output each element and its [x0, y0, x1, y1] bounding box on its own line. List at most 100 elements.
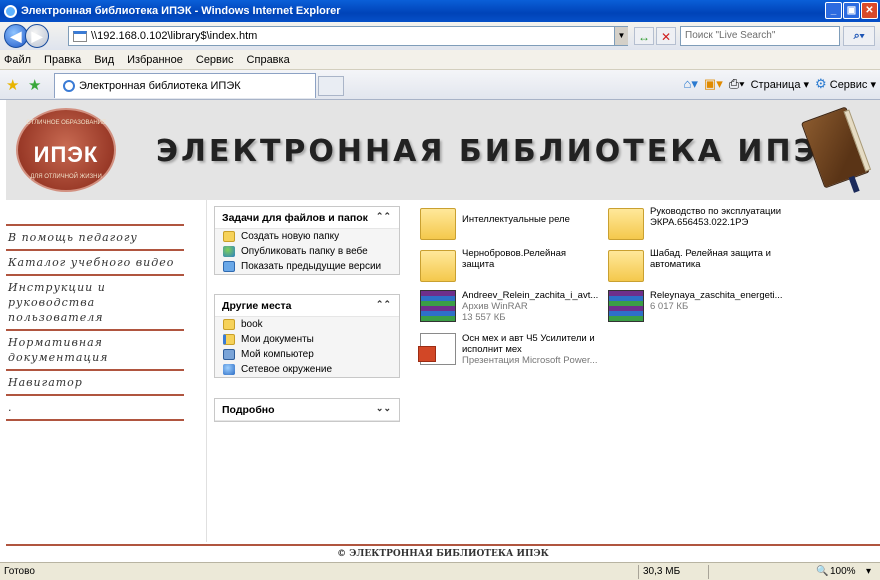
publish-web-icon — [223, 246, 235, 257]
home-icon[interactable]: ⌂▾ — [684, 76, 698, 92]
file-item[interactable]: Руководство по эксплуатации ЭКРА.656453.0… — [608, 206, 808, 240]
place-label: Сетевое окружение — [241, 364, 333, 375]
feeds-icon[interactable]: ▣▾ — [704, 76, 723, 92]
task-prev-versions[interactable]: Показать предыдущие версии — [215, 259, 399, 274]
network-icon — [223, 364, 235, 375]
other-places-title: Другие места — [222, 299, 292, 312]
file-line2: исполнит мех — [462, 344, 522, 355]
winrar-archive-icon — [420, 290, 456, 322]
file-item[interactable]: Releynaya_zaschita_energeti... 6 017 КБ — [608, 290, 808, 322]
add-favorites-icon[interactable]: ★ — [28, 76, 41, 94]
place-label: Мои документы — [241, 334, 314, 345]
menu-file[interactable]: Файл — [4, 54, 31, 66]
my-documents-icon — [223, 334, 235, 345]
place-book[interactable]: book — [215, 317, 399, 332]
file-name: Чернобровов.Релейная — [462, 248, 567, 259]
file-item[interactable]: Чернобровов.Релейная защита — [420, 248, 620, 282]
details-header[interactable]: Подробно ⌄⌄ — [215, 399, 399, 421]
task-label: Создать новую папку — [241, 231, 340, 242]
maximize-button[interactable]: ▣ — [843, 2, 860, 19]
menu-tools[interactable]: Сервис — [196, 54, 234, 66]
nav-normative-docs[interactable]: Нормативная документация — [6, 331, 184, 369]
nav-dot[interactable]: . — [6, 396, 184, 419]
tab-library[interactable]: Электронная библиотека ИПЭК — [54, 73, 316, 98]
new-tab-button[interactable] — [318, 76, 344, 96]
task-label: Показать предыдущие версии — [241, 261, 382, 272]
close-button[interactable]: ✕ — [861, 2, 878, 19]
tab-ie-icon — [63, 80, 75, 92]
search-input[interactable]: Поиск "Live Search" — [680, 26, 840, 46]
forward-button[interactable]: ▶ — [25, 24, 49, 48]
details-title: Подробно — [222, 403, 275, 416]
status-text: Готово — [4, 566, 35, 577]
other-places-box: Другие места ⌃⌃ book Мои документы Мой ко… — [214, 294, 400, 378]
details-box: Подробно ⌄⌄ — [214, 398, 400, 422]
place-my-computer[interactable]: Мой компьютер — [215, 347, 399, 362]
task-publish-web[interactable]: Опубликовать папку в вебе — [215, 244, 399, 259]
page-menu-label: Страница — [750, 78, 801, 91]
tools-menu[interactable]: ⚙ Сервис ▾ — [815, 76, 876, 92]
minimize-button[interactable]: _ — [825, 2, 842, 19]
ie-logo-icon — [4, 4, 17, 18]
menu-view[interactable]: Вид — [94, 54, 114, 66]
tools-menu-label: Сервис — [829, 79, 868, 91]
status-size: 30,3 МБ — [638, 565, 708, 579]
collapse-icon[interactable]: ⌃⌃ — [376, 211, 391, 222]
place-network[interactable]: Сетевое окружение — [215, 362, 399, 377]
file-type: Презентация Microsoft Power... — [462, 355, 598, 366]
refresh-button[interactable]: ↔ — [634, 27, 654, 45]
nav-navigator[interactable]: Навигатор — [6, 371, 184, 394]
address-input[interactable]: \\192.168.0.102\library$\index.htm — [68, 26, 628, 46]
print-icon[interactable]: ⎙▾ — [729, 76, 745, 92]
search-button[interactable]: ⌕▾ — [843, 26, 875, 46]
nav-user-manuals[interactable]: Инструкции и руководства пользователя — [6, 276, 184, 329]
command-bar: ⌂▾ ▣▾ ⎙▾ Страница ▾ ⚙ Сервис ▾ — [684, 76, 876, 92]
file-tasks-header[interactable]: Задачи для файлов и папок ⌃⌃ — [215, 207, 399, 229]
file-item[interactable]: Осн мех и авт Ч5 Усилители и исполнит мех… — [418, 333, 620, 366]
nav-teacher-help[interactable]: В помощь педагогу — [6, 226, 184, 249]
file-item[interactable]: Шабад. Релейная защита и автоматика — [608, 248, 808, 282]
file-name: Руководство по эксплуатации — [650, 206, 782, 217]
nav-video-catalog[interactable]: Каталог учебного видео — [6, 251, 184, 274]
favorites-star-icon[interactable]: ★ — [6, 76, 19, 94]
address-toolbar: ◀ ▶ \\192.168.0.102\library$\index.htm ▼… — [0, 22, 880, 50]
left-navigation: В помощь педагогу Каталог учебного видео… — [6, 224, 184, 421]
menu-favorites[interactable]: Избранное — [127, 54, 183, 66]
menu-help[interactable]: Справка — [247, 54, 290, 66]
logo-bottom-text: ДЛЯ ОТЛИЧНОЙ ЖИЗНИ — [30, 174, 102, 180]
logo-text: ИПЭК — [33, 142, 99, 167]
page-menu[interactable]: Страница ▾ — [751, 78, 809, 91]
window-controls: _ ▣ ✕ — [825, 2, 878, 19]
address-dropdown-button[interactable]: ▼ — [614, 27, 628, 45]
site-header: ОТЛИЧНОЕ ОБРАЗОВАНИЕ ИПЭК ДЛЯ ОТЛИЧНОЙ Ж… — [6, 100, 880, 200]
file-name: Интеллектуальные реле — [462, 214, 570, 225]
powerpoint-icon — [418, 333, 456, 365]
task-new-folder[interactable]: Создать новую папку — [215, 229, 399, 244]
zoom-level[interactable]: 100% — [830, 566, 856, 577]
folder-icon — [420, 250, 456, 282]
ipek-logo: ОТЛИЧНОЕ ОБРАЗОВАНИЕ ИПЭК ДЛЯ ОТЛИЧНОЙ Ж… — [16, 108, 116, 192]
file-item[interactable]: Andreev_Relein_zachita_i_avt... Архив Win… — [420, 290, 620, 323]
collapse-icon[interactable]: ⌃⌃ — [376, 299, 391, 310]
file-item[interactable]: Интеллектуальные реле — [420, 206, 620, 240]
zoom-icon: 🔍 — [816, 566, 829, 577]
other-places-header[interactable]: Другие места ⌃⌃ — [215, 295, 399, 317]
file-size: 6 017 КБ — [650, 301, 689, 312]
file-name: Шабад. Релейная защита и — [650, 248, 771, 259]
tab-title: Электронная библиотека ИПЭК — [79, 80, 241, 92]
previous-versions-icon — [223, 261, 235, 272]
place-my-documents[interactable]: Мои документы — [215, 332, 399, 347]
stop-button[interactable]: ✕ — [656, 27, 676, 45]
winrar-archive-icon — [608, 290, 644, 322]
file-name: Releynaya_zaschita_energeti... — [650, 290, 783, 301]
page-title: ЭЛЕКТРОННАЯ БИБЛИОТЕКА ИПЭК — [156, 134, 847, 169]
menu-edit[interactable]: Правка — [44, 54, 81, 66]
web-page: ОТЛИЧНОЕ ОБРАЗОВАНИЕ ИПЭК ДЛЯ ОТЛИЧНОЙ Ж… — [0, 100, 880, 562]
file-type: Архив WinRAR — [462, 301, 528, 312]
window-title: Электронная библиотека ИПЭК - Windows In… — [21, 5, 341, 17]
expand-icon[interactable]: ⌄⌄ — [376, 403, 391, 414]
page-icon — [73, 30, 87, 42]
zoom-dropdown-icon[interactable]: ▾ — [866, 566, 871, 577]
folder-icon — [608, 208, 644, 240]
logo-top-text: ОТЛИЧНОЕ ОБРАЗОВАНИЕ — [26, 120, 106, 126]
